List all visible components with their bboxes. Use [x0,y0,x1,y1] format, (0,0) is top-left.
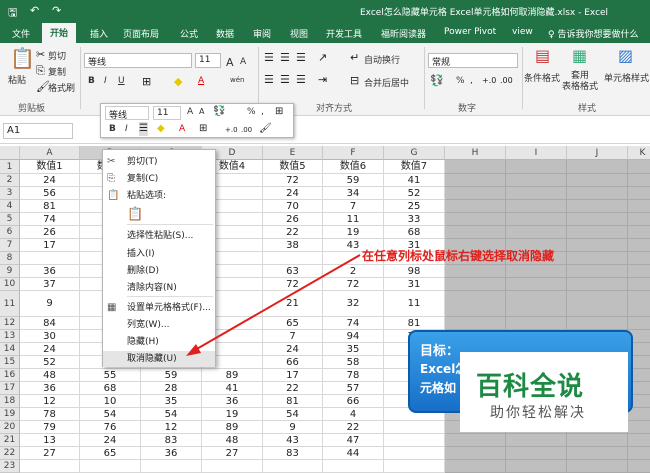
cell[interactable] [80,460,141,473]
cell[interactable] [628,460,650,473]
goal-line2: 元格如 [420,381,457,395]
goal-title: 目标： [420,344,460,359]
cell[interactable] [323,460,384,473]
cell[interactable] [506,460,567,473]
cell[interactable] [20,460,80,473]
annotation-text: 在任意列标处鼠标右键选择取消隐藏 [362,249,555,263]
cell[interactable] [202,460,263,473]
cell[interactable] [141,460,202,473]
cell[interactable] [567,460,628,473]
cell[interactable] [263,460,323,473]
row-header[interactable]: 23 [0,460,20,473]
cell[interactable] [384,460,445,473]
watermark-logo: 百科全说 助你轻松解决 [460,352,628,432]
watermark-subtitle: 助你轻松解决 [490,405,586,421]
watermark-title: 百科全说 [476,372,585,402]
cell[interactable] [445,460,506,473]
